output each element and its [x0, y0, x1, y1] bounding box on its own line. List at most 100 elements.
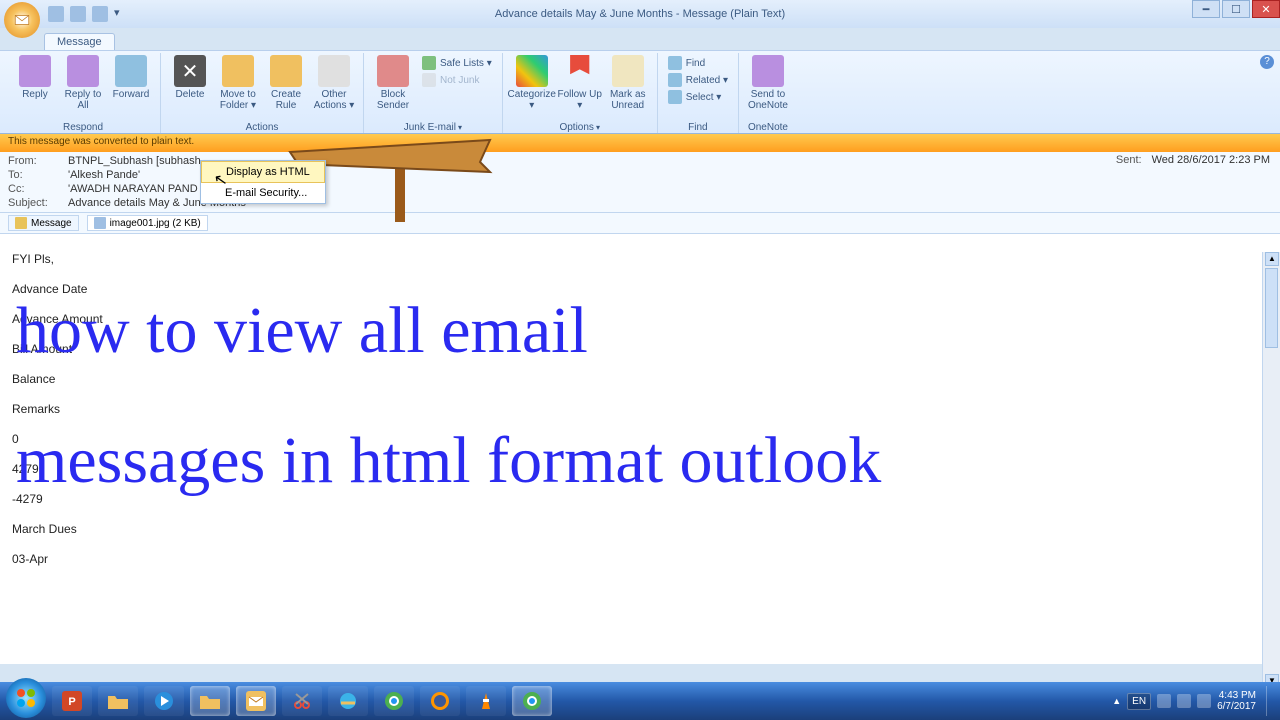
to-label: To:: [8, 169, 68, 181]
tray-volume-icon[interactable]: [1197, 694, 1211, 708]
body-line: -4279: [12, 484, 1268, 514]
qat-more-icon[interactable]: ▾: [114, 6, 124, 22]
subject-label: Subject:: [8, 197, 68, 209]
body-line: FYI Pls,: [12, 244, 1268, 274]
qat-redo-icon[interactable]: [92, 6, 108, 22]
qat-undo-icon[interactable]: [70, 6, 86, 22]
body-line: Balance: [12, 364, 1268, 394]
message-body[interactable]: FYI Pls, Advance Date Advance Amount Bil…: [0, 234, 1280, 664]
body-line: Bill Amount: [12, 334, 1268, 364]
attachment-bar: Message image001.jpg (2 KB): [0, 213, 1280, 234]
categorize-button[interactable]: Categorize ▾: [509, 53, 555, 111]
follow-up-button[interactable]: Follow Up ▾: [557, 53, 603, 111]
start-button[interactable]: [6, 678, 46, 718]
office-orb-button[interactable]: [4, 2, 40, 38]
window-title: Advance details May & June Months - Mess…: [495, 8, 785, 20]
taskbar-firefox[interactable]: [420, 686, 460, 716]
create-rule-button[interactable]: Create Rule: [263, 53, 309, 111]
select-button[interactable]: Select ▾: [664, 89, 732, 105]
body-line: Advance Date: [12, 274, 1268, 304]
taskbar-explorer[interactable]: [98, 686, 138, 716]
scroll-up-icon[interactable]: ▲: [1265, 252, 1279, 266]
language-indicator[interactable]: EN: [1127, 693, 1151, 710]
firefox-icon: [430, 691, 450, 711]
qat-save-icon[interactable]: [48, 6, 64, 22]
sent-field: Sent:Wed 28/6/2017 2:23 PM: [1116, 154, 1270, 166]
cc-label: Cc:: [8, 183, 68, 195]
windows-logo-icon: [16, 688, 36, 708]
group-find: Find Related ▾ Select ▾ Find: [658, 53, 739, 133]
help-icon[interactable]: ?: [1260, 55, 1274, 69]
minimize-button[interactable]: ━: [1192, 0, 1220, 18]
close-button[interactable]: ✕: [1252, 0, 1280, 18]
tray-network-icon[interactable]: [1177, 694, 1191, 708]
body-line: 0: [12, 424, 1268, 454]
group-respond: Reply Reply to All Forward Respond: [6, 53, 161, 133]
message-icon: [15, 217, 27, 229]
move-to-folder-button[interactable]: Move to Folder ▾: [215, 53, 261, 111]
taskbar-mediaplayer[interactable]: [144, 686, 184, 716]
scroll-thumb[interactable]: [1265, 268, 1278, 348]
body-line: 03-Apr: [12, 544, 1268, 574]
from-label: From:: [8, 155, 68, 167]
system-tray: ▲ EN 4:43 PM6/7/2017: [1112, 686, 1274, 716]
chrome-icon: [522, 691, 542, 711]
body-line: Remarks: [12, 394, 1268, 424]
plain-text-info-bar[interactable]: This message was converted to plain text…: [0, 134, 1280, 152]
ie-icon: [338, 691, 358, 711]
find-button[interactable]: Find: [664, 55, 732, 71]
tray-icon[interactable]: [1157, 694, 1171, 708]
tray-show-hidden-icon[interactable]: ▲: [1112, 696, 1121, 706]
folder-icon: [199, 692, 221, 710]
clock[interactable]: 4:43 PM6/7/2017: [1217, 690, 1260, 712]
scissors-icon: [292, 691, 312, 711]
group-junk: Block Sender Safe Lists ▾ Not Junk Junk …: [364, 53, 503, 133]
delete-button[interactable]: ✕Delete: [167, 53, 213, 100]
message-tab[interactable]: Message: [8, 215, 79, 231]
envelope-icon: [13, 11, 31, 29]
reply-button[interactable]: Reply: [12, 53, 58, 100]
taskbar-vlc[interactable]: [466, 686, 506, 716]
maximize-button[interactable]: ☐: [1222, 0, 1250, 18]
block-sender-button[interactable]: Block Sender: [370, 53, 416, 111]
title-bar: ▾ Advance details May & June Months - Me…: [0, 0, 1280, 28]
mark-unread-button[interactable]: Mark as Unread: [605, 53, 651, 111]
taskbar-explorer-active[interactable]: [190, 686, 230, 716]
svg-text:P: P: [68, 696, 75, 708]
group-onenote: Send to OneNote OneNote: [739, 53, 797, 133]
taskbar-chrome1[interactable]: [374, 686, 414, 716]
other-actions-button[interactable]: Other Actions ▾: [311, 53, 357, 111]
vertical-scrollbar[interactable]: ▲ ▼: [1262, 252, 1280, 688]
folder-icon: [107, 692, 129, 710]
ribbon: ? Reply Reply to All Forward Respond ✕De…: [0, 50, 1280, 134]
group-actions: ✕Delete Move to Folder ▾ Create Rule Oth…: [161, 53, 364, 133]
body-line: Advance Amount: [12, 304, 1268, 334]
window-buttons: ━ ☐ ✕: [1190, 0, 1280, 18]
safe-lists-button[interactable]: Safe Lists ▾: [418, 55, 496, 71]
forward-button[interactable]: Forward: [108, 53, 154, 100]
powerpoint-icon: P: [62, 691, 82, 711]
attachment-item[interactable]: image001.jpg (2 KB): [87, 215, 208, 231]
taskbar-ie[interactable]: [328, 686, 368, 716]
related-button[interactable]: Related ▾: [664, 72, 732, 88]
not-junk-button: Not Junk: [418, 72, 496, 88]
taskbar: P ▲ EN 4:43 PM6/7/2017: [0, 682, 1280, 720]
chrome-icon: [384, 691, 404, 711]
taskbar-snipping[interactable]: [282, 686, 322, 716]
quick-access-toolbar: ▾: [48, 6, 124, 22]
taskbar-powerpoint[interactable]: P: [52, 686, 92, 716]
taskbar-outlook[interactable]: [236, 686, 276, 716]
media-icon: [154, 691, 174, 711]
group-options: Categorize ▾ Follow Up ▾ Mark as Unread …: [503, 53, 658, 133]
send-to-onenote-button[interactable]: Send to OneNote: [745, 53, 791, 111]
body-line: 4279: [12, 454, 1268, 484]
message-header: Sent:Wed 28/6/2017 2:23 PM From:BTNPL_Su…: [0, 152, 1280, 213]
show-desktop-button[interactable]: [1266, 686, 1274, 716]
image-icon: [94, 217, 106, 229]
outlook-icon: [246, 691, 266, 711]
taskbar-chrome2[interactable]: [512, 686, 552, 716]
reply-all-button[interactable]: Reply to All: [60, 53, 106, 111]
body-line: March Dues: [12, 514, 1268, 544]
tab-message[interactable]: Message: [44, 33, 115, 50]
ribbon-tabs: Message: [0, 28, 1280, 50]
